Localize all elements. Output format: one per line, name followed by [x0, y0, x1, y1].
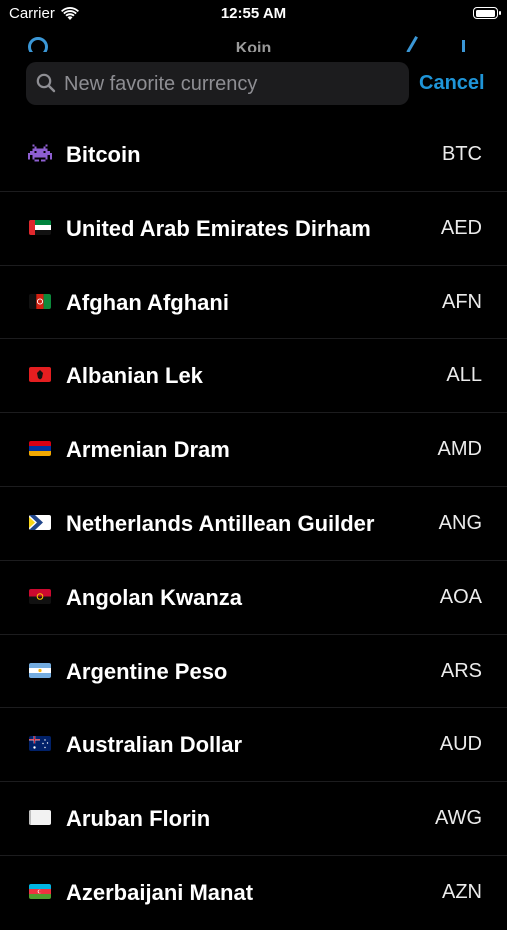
- currency-code: ANG: [438, 511, 482, 534]
- white-flag-icon: [29, 810, 51, 826]
- currency-row-ars[interactable]: Argentine Peso ARS: [0, 635, 507, 709]
- currency-code: AZN: [442, 880, 482, 903]
- flag-uae-icon: [29, 219, 51, 235]
- currency-code: AOA: [439, 585, 482, 608]
- flag-australia-icon: [29, 736, 51, 752]
- currency-code: ARS: [440, 659, 482, 682]
- flag-armenia-icon: [29, 441, 51, 457]
- search-bar: Cancel: [0, 62, 507, 107]
- search-input[interactable]: [62, 62, 406, 107]
- cancel-button[interactable]: Cancel: [419, 62, 485, 105]
- flag-argentina-icon: [29, 662, 51, 678]
- search-field-container[interactable]: [26, 62, 409, 107]
- flag-azerbaijan-icon: [29, 883, 51, 899]
- app-title: Koin: [235, 40, 272, 52]
- currency-row-all[interactable]: Albanian Lek ALL: [0, 339, 507, 414]
- currency-name: Argentine Peso: [66, 658, 228, 684]
- navigation-bar-behind: Koin: [0, 32, 507, 52]
- currency-code: ALL: [446, 364, 482, 387]
- currency-code: AMD: [437, 438, 482, 461]
- currency-row-afn[interactable]: Afghan Afghani AFN: [0, 266, 507, 340]
- currency-row-aud[interactable]: Australian Dollar AUD: [0, 708, 507, 783]
- currency-name: United Arab Emirates Dirham: [66, 215, 371, 241]
- currency-name: Armenian Dram: [66, 437, 230, 463]
- currency-name: Bitcoin: [66, 142, 141, 167]
- currency-name: Aruban Florin: [66, 806, 211, 832]
- currency-row-azn[interactable]: Azerbaijani Manat AZN: [0, 856, 507, 930]
- space-invader-icon: [28, 143, 52, 163]
- currency-row-amd[interactable]: Armenian Dram AMD: [0, 413, 507, 487]
- currency-name: Australian Dollar: [66, 732, 243, 758]
- battery-level: [475, 9, 495, 17]
- flag-albania-icon: [29, 367, 51, 383]
- currency-code: AUD: [439, 733, 482, 756]
- currency-code: AFN: [442, 290, 482, 313]
- flag-netherlands-antilles-icon: [29, 514, 51, 530]
- currency-name: Angolan Kwanza: [66, 584, 243, 610]
- currency-name: Netherlands Antillean Guilder: [66, 510, 375, 536]
- currency-code: BTC: [442, 143, 482, 165]
- currency-code: AWG: [434, 807, 482, 830]
- currency-list: Bitcoin BTC United Arab Emirates Dirham …: [0, 118, 507, 930]
- flag-afghanistan-icon: [29, 293, 51, 309]
- currency-code: AED: [440, 216, 482, 239]
- flag-angola-icon: [29, 588, 51, 604]
- currency-row-btc[interactable]: Bitcoin BTC: [0, 118, 507, 192]
- currency-name: Albanian Lek: [66, 363, 203, 389]
- currency-row-ang[interactable]: Netherlands Antillean Guilder ANG: [0, 487, 507, 561]
- battery-icon: [473, 7, 501, 19]
- status-time: 12:55 AM: [220, 5, 287, 22]
- currency-name: Azerbaijani Manat: [66, 879, 254, 905]
- search-icon: [36, 73, 56, 93]
- status-bar: Carrier 12:55 AM: [0, 0, 507, 30]
- currency-row-awg[interactable]: Aruban Florin AWG: [0, 782, 507, 856]
- currency-row-aoa[interactable]: Angolan Kwanza AOA: [0, 561, 507, 635]
- currency-row-aed[interactable]: United Arab Emirates Dirham AED: [0, 192, 507, 266]
- add-icon: [462, 40, 465, 52]
- currency-name: Afghan Afghani: [66, 289, 229, 315]
